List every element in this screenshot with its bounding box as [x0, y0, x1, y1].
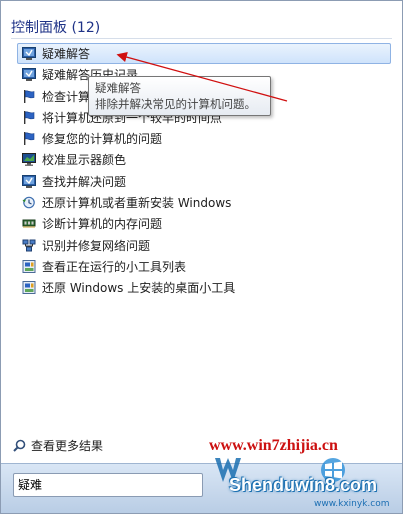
result-item-find-and-fix[interactable]: 查找并解决问题 [17, 171, 391, 192]
watermark-site: Shenduwin8.com [229, 475, 378, 495]
result-item-memory-diagnostic[interactable]: 诊断计算机的内存问题 [17, 213, 391, 234]
restore-icon [22, 196, 36, 209]
watermark-url: www.win7zhijia.cn [209, 437, 338, 454]
tooltip-description: 排除并解决常见的计算机问题。 [95, 97, 256, 111]
action-center-flag-icon [22, 132, 36, 146]
result-item-label: 识别并修复网络问题 [42, 238, 151, 253]
section-header-control-panel[interactable]: 控制面板 (12) [11, 17, 100, 36]
result-item-label: 查找并解决问题 [42, 174, 127, 189]
result-item-label: 诊断计算机的内存问题 [42, 217, 163, 232]
header-divider [11, 38, 392, 39]
search-box[interactable] [13, 473, 203, 497]
result-item-reinstall-windows[interactable]: 还原计算机或者重新安装 Windows [17, 192, 391, 213]
troubleshoot-icon [22, 47, 36, 60]
result-item-label: 疑难解答 [42, 47, 91, 61]
network-icon [22, 239, 36, 252]
tooltip-title: 疑难解答 [95, 81, 141, 95]
result-item-label: 还原 Windows 上安装的桌面小工具 [42, 281, 236, 296]
see-more-results-link[interactable]: 查看更多结果 [13, 437, 103, 455]
start-menu-search-panel: 控制面板 (12) 疑难解答 疑难解答历史记录 检查计算机的状态并解决问题 将计… [0, 0, 403, 514]
result-item-label: 校准显示器颜色 [42, 153, 127, 168]
magnifier-icon [13, 439, 26, 452]
action-center-flag-icon [22, 110, 36, 124]
troubleshoot-icon [22, 174, 36, 188]
result-item-label: 修复您的计算机的问题 [42, 132, 163, 147]
result-item-restore-gadgets[interactable]: 还原 Windows 上安装的桌面小工具 [17, 277, 391, 298]
search-input[interactable] [18, 477, 188, 493]
watermark-domain: www.kxinyk.com [314, 499, 390, 509]
action-center-flag-icon [22, 89, 36, 103]
memory-diagnostic-icon [22, 217, 36, 230]
result-item-running-gadgets[interactable]: 查看正在运行的小工具列表 [17, 256, 391, 277]
result-item-troubleshooting[interactable]: 疑难解答 [17, 43, 391, 64]
result-item-label: 还原计算机或者重新安装 Windows [42, 196, 232, 211]
monitor-icon [22, 153, 36, 167]
result-item-fix-problems[interactable]: 修复您的计算机的问题 [17, 128, 391, 149]
gadgets-icon [22, 281, 36, 295]
result-item-label: 查看正在运行的小工具列表 [42, 259, 187, 274]
result-item-network-problems[interactable]: 识别并修复网络问题 [17, 235, 391, 256]
troubleshoot-icon [22, 68, 36, 82]
result-item-calibrate-display[interactable]: 校准显示器颜色 [17, 149, 391, 170]
gadgets-icon [22, 259, 36, 273]
tooltip: 疑难解答 排除并解决常见的计算机问题。 [88, 76, 271, 116]
see-more-results-label: 查看更多结果 [31, 439, 104, 453]
